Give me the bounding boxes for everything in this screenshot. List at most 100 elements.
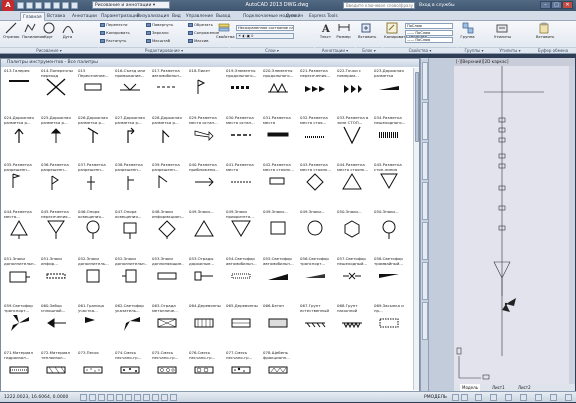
palette-tool-item[interactable]: 024.Дорожная разметка р... bbox=[4, 115, 34, 157]
lock-icon[interactable] bbox=[505, 394, 512, 401]
palette-tool-item[interactable]: 053.Знаки доплоняющие... bbox=[152, 256, 184, 298]
paste-button[interactable]: Вставить bbox=[536, 22, 554, 42]
palette-tool-item[interactable]: 049.Знаки... bbox=[189, 209, 219, 251]
workspace-dropdown[interactable]: Рисование и аннотации ▾ bbox=[92, 1, 170, 9]
palette-tool-item[interactable]: 019.Элементы продольного... bbox=[226, 68, 256, 110]
color-dropdown[interactable]: ПоСлою bbox=[405, 23, 453, 29]
scale-button[interactable]: Масштаб bbox=[146, 38, 170, 44]
clipboard-panel-label[interactable]: Буфер обмена bbox=[530, 47, 576, 53]
palette-tool-item[interactable]: 050.Знаки... bbox=[337, 209, 367, 251]
palette-tool-item[interactable]: 033.Разметка в зоне СТОП... bbox=[337, 115, 368, 157]
palette-scroll-thumb[interactable] bbox=[415, 72, 419, 142]
palette-tool-item[interactable]: 043.Разметка места стоянк... bbox=[300, 162, 331, 204]
mirror-button[interactable]: Зеркало bbox=[146, 30, 169, 36]
palette-tool-item[interactable]: 026.Дорожная разметка р... bbox=[78, 115, 108, 157]
annotation-panel-label[interactable]: Аннотации ▾ bbox=[315, 47, 355, 53]
palette-tool-item[interactable]: 052.Знаки дополнитель... bbox=[78, 256, 109, 298]
palette-tool-item[interactable]: 052.Знаки дополнительн... bbox=[115, 256, 147, 298]
palette-tool-item[interactable]: 023.Дорожная разметка bbox=[374, 68, 404, 110]
palette-tool-item[interactable]: 078.Щебень фракционн... bbox=[263, 350, 293, 392]
palette-tool-item[interactable]: 049.Знаки... bbox=[300, 209, 330, 251]
viewport-controls[interactable]: [-][Верхний][2D каркас] bbox=[454, 58, 575, 66]
palette-tool-item[interactable]: 036.Разметка разрешенн... bbox=[41, 162, 71, 204]
layer-state-dropdown[interactable]: Несохраненное состояние слоя bbox=[236, 25, 294, 31]
polar-tracking-toggle[interactable] bbox=[116, 394, 123, 401]
palette-tool-item[interactable]: 018.Пикет bbox=[189, 68, 219, 110]
palette-tool-item[interactable]: 040.Разметка приближени... bbox=[189, 162, 219, 204]
dimension-button[interactable]: Размер bbox=[336, 22, 351, 42]
modify-panel-label[interactable]: Редактирование ▾ bbox=[99, 47, 229, 53]
palette-tool-item[interactable]: 027.Дорожная разметка р... bbox=[115, 115, 145, 157]
palette-tool-item[interactable]: 050.Знаки... bbox=[374, 209, 404, 251]
open-icon[interactable] bbox=[26, 2, 33, 9]
workspace-switching-icon[interactable] bbox=[490, 394, 497, 401]
tab-0[interactable]: Главная bbox=[20, 12, 45, 21]
tab-9[interactable]: Онлайн bbox=[286, 12, 303, 21]
palette-tool-item[interactable]: 037.Разметка разрешенн... bbox=[78, 162, 108, 204]
lineweight-dropdown[interactable]: —— ПоСлою bbox=[405, 37, 453, 43]
utilities-button[interactable]: Утилиты bbox=[494, 22, 511, 42]
annotation-scale-icon[interactable] bbox=[475, 394, 482, 401]
close-button[interactable]: ✕ bbox=[562, 1, 573, 9]
stretch-button[interactable]: Растянуть bbox=[100, 38, 126, 44]
hardware-acceleration-icon[interactable] bbox=[520, 394, 527, 401]
palette-tool-item[interactable]: 061.Граница участка... bbox=[78, 303, 108, 345]
sign-in-button[interactable]: Вход в службы bbox=[419, 1, 465, 10]
palette-tool-item[interactable]: 045.Разметка стоп-линия bbox=[374, 162, 404, 204]
palette-tool-item[interactable]: 065.Деревянный... bbox=[226, 303, 258, 345]
palette-scrollbar[interactable] bbox=[413, 68, 419, 390]
quick-view-drawings-icon[interactable] bbox=[461, 394, 468, 401]
palette-tool-item[interactable]: 045.Разметка пересечения... bbox=[41, 209, 71, 251]
groups-panel-label[interactable]: Группы ▾ bbox=[458, 47, 490, 53]
array-button[interactable]: Массив bbox=[188, 38, 208, 44]
palette-tool-item[interactable]: 034.Разметка пешеходного... bbox=[374, 115, 405, 157]
new-icon[interactable] bbox=[17, 2, 24, 9]
save-icon[interactable] bbox=[35, 2, 42, 9]
linetype-dropdown[interactable]: —— ПоСлою bbox=[405, 30, 453, 36]
quick-view-layouts-icon[interactable] bbox=[452, 394, 459, 401]
palette-tool-item[interactable]: 013.Галерея bbox=[4, 68, 34, 110]
palette-tool-item[interactable]: 049.Знаки приоритета... bbox=[226, 209, 256, 251]
block-panel-label[interactable]: Блок ▾ bbox=[356, 47, 382, 53]
palette-tool-item[interactable]: 060.Забор сплошной... bbox=[41, 303, 71, 345]
ortho-mode-toggle[interactable] bbox=[107, 394, 114, 401]
tab-2[interactable]: Аннотации bbox=[72, 12, 97, 21]
palette-tool-item[interactable]: 044.Разметка места... bbox=[4, 209, 34, 251]
tab-1[interactable]: Вставка bbox=[47, 12, 65, 21]
3d-osnap-toggle[interactable] bbox=[134, 394, 141, 401]
snap-mode-toggle[interactable] bbox=[89, 394, 96, 401]
palette-tool-item[interactable]: 021.Разметка пересечения... bbox=[300, 68, 330, 110]
palette-tool-item[interactable]: 032.Разметка места стоя... bbox=[300, 115, 330, 157]
palette-tool-item[interactable]: 062.Светофор указатель... bbox=[115, 303, 145, 345]
tab-3[interactable]: Параметризация bbox=[101, 12, 139, 21]
redo-icon[interactable] bbox=[71, 2, 78, 9]
layers-panel-label[interactable]: Слои ▾ bbox=[230, 47, 314, 53]
application-menu-button[interactable]: A bbox=[2, 0, 14, 11]
palette-tool-item[interactable]: 047.Опора освещения... bbox=[115, 209, 145, 251]
palette-tool-item[interactable]: 044.Разметка место стоянк... bbox=[337, 162, 368, 204]
layer-properties-button[interactable]: Свойства слоя bbox=[216, 22, 245, 42]
fillet-button[interactable]: Сопряжение bbox=[188, 30, 219, 36]
palette-tool-item[interactable]: 035.Разметка разрешенн... bbox=[4, 162, 34, 204]
maximize-button[interactable]: □ bbox=[551, 1, 562, 9]
drawing-canvas[interactable] bbox=[454, 66, 569, 384]
palette-tool-item[interactable]: 030.Разметка места остан... bbox=[226, 115, 256, 157]
minimize-button[interactable]: – bbox=[540, 1, 551, 9]
palette-tool-item[interactable]: 064.Деревянный... bbox=[189, 303, 221, 345]
palette-tool-item[interactable]: 029.Разметка места остан... bbox=[189, 115, 219, 157]
palette-tool-item[interactable]: 058.Светофор трамвайный... bbox=[374, 256, 404, 298]
circle-tool[interactable]: Круг bbox=[41, 22, 56, 42]
palette-tool-item[interactable]: 074.Смесь песчано-гр... bbox=[115, 350, 145, 392]
properties-panel-label[interactable]: Свойства ▾ bbox=[383, 47, 457, 53]
search-input[interactable]: Введите ключевое слово/фразу bbox=[343, 2, 415, 9]
palette-tool-item[interactable]: 049.Знаки... bbox=[263, 209, 293, 251]
object-snap-toggle[interactable] bbox=[125, 394, 132, 401]
tab-10[interactable]: Express Tools bbox=[309, 12, 338, 21]
trim-button[interactable]: Обрезать bbox=[188, 22, 213, 28]
palette-tool-item[interactable]: 053.Ограды дорожные... bbox=[189, 256, 219, 298]
tab-7[interactable]: Вывод bbox=[216, 12, 230, 21]
lineweight-toggle[interactable] bbox=[170, 394, 177, 401]
infer-constraints-toggle[interactable] bbox=[80, 394, 87, 401]
palette-tool-item[interactable]: 063.Ограда металличе... bbox=[152, 303, 182, 345]
palette-tool-item[interactable]: 014.Поперечный переход bbox=[41, 68, 73, 110]
